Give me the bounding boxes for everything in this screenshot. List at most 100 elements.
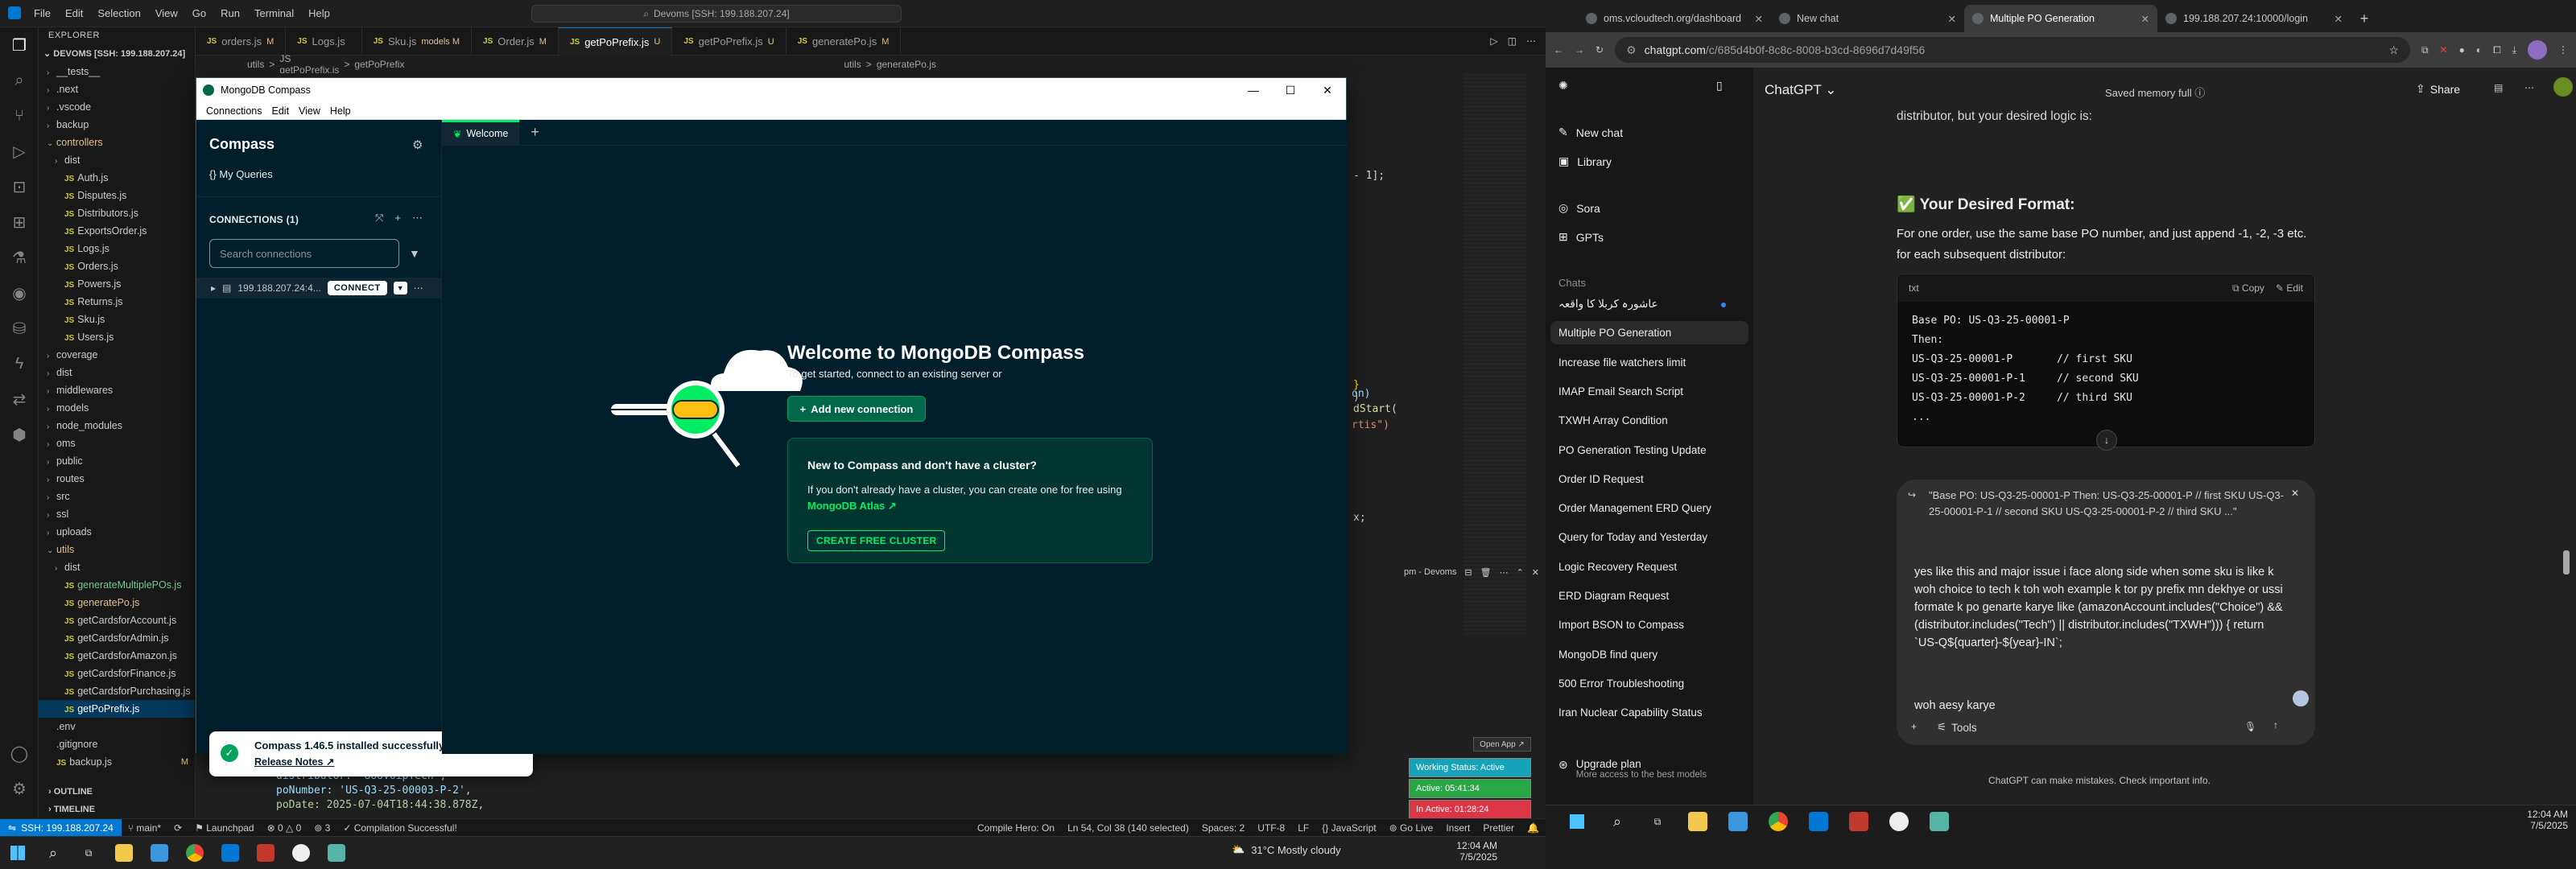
grammar-extension-icon[interactable] [2293,690,2309,706]
chrome-icon[interactable] [177,837,213,869]
menu-run[interactable]: Run [214,4,246,23]
breadcrumb-item[interactable]: generatePo.js [877,59,936,70]
edit-button[interactable]: ✎ Edit [2276,282,2303,294]
editor-tab[interactable]: JS getPoPrefix.js U [558,27,673,56]
tree-folder[interactable]: › .vscode [39,98,195,116]
menu-connections[interactable]: Connections [201,105,267,117]
tree-folder[interactable]: › backup [39,116,195,134]
tree-folder[interactable]: › middlewares [39,381,195,399]
menu-view[interactable]: View [149,4,184,23]
tree-file[interactable]: .env [39,718,195,735]
file-explorer-icon[interactable] [106,837,142,869]
close-panel-icon[interactable]: ✕ [1532,567,1539,578]
menu-edit[interactable]: Edit [59,4,89,23]
extensions-puzzle-icon[interactable]: ⧠ [2493,44,2501,56]
tree-file[interactable]: JS getCardsforPurchasing.js [39,682,195,700]
prettier-status[interactable]: Prettier [1476,822,1521,834]
tree-folder[interactable]: ⌄ controllers [39,134,195,151]
tree-file[interactable]: JS Disputes.js [39,187,195,204]
tree-folder[interactable]: › dist [39,364,195,381]
release-notes-link[interactable]: Release Notes ↗ [254,756,334,768]
clock[interactable]: 12:04 AM 7/5/2025 [2512,809,2568,831]
chat-history-item[interactable]: PO Generation Testing Update [1558,444,1707,456]
menu-selection[interactable]: Selection [91,4,147,23]
command-center-search[interactable]: ⌕ Devoms [SSH: 199.188.207.24] [531,5,902,23]
extension-icon[interactable]: ◐ [2476,44,2482,56]
tree-folder[interactable]: ⌄ utils [39,541,195,558]
close-icon[interactable]: ✕ [1309,84,1346,97]
settings-gear-icon[interactable]: ⚙ [412,138,423,152]
chat-history-item[interactable]: Multiple PO Generation [1550,321,1748,345]
breadcrumb-item[interactable]: JS getPoPrefix.js [279,53,339,76]
menu-edit[interactable]: Edit [267,105,295,117]
chat-history-item[interactable]: ERD Diagram Request [1558,590,1669,602]
tree-folder[interactable]: › src [39,488,195,505]
windows-start-icon[interactable] [0,837,35,869]
open-app-button[interactable]: Open App ↗ [1473,737,1531,752]
split-terminal-icon[interactable]: ⊟ [1464,567,1472,578]
chat-history-item[interactable]: Logic Recovery Request [1558,561,1677,573]
sora-link[interactable]: ◎ Sora [1558,201,1600,215]
chat-history-item[interactable]: Order ID Request [1558,473,1644,485]
model-selector[interactable]: ChatGPT ⌄ [1765,82,1837,98]
editor-tab[interactable]: JS Sku.js models M [362,27,473,56]
menu-go[interactable]: Go [186,4,213,23]
run-debug-icon[interactable]: ▷ [0,134,39,169]
launchpad-item[interactable]: ⚑ Launchpad [188,822,260,834]
outline-section[interactable]: › OUTLINE [39,784,196,801]
reload-icon[interactable]: ↻ [1596,44,1604,56]
tree-folder[interactable]: › __tests__ [39,63,195,80]
breadcrumb-item[interactable]: getPoPrefix [354,59,404,70]
downloads-icon[interactable]: ⤓ [2512,44,2516,56]
filter-icon[interactable]: ▼ [409,247,420,260]
tree-file[interactable]: JS getCardsforFinance.js [39,665,195,682]
atlas-link[interactable]: MongoDB Atlas ↗ [807,500,897,512]
tree-folder[interactable]: › oms [39,434,195,452]
browser-tab[interactable]: New chat ✕ [1771,5,1964,32]
new-tab-icon[interactable]: + [2351,5,2378,32]
tree-file[interactable]: JS Sku.js [39,311,195,328]
chat-history-item[interactable]: IMAP Email Search Script [1558,385,1683,397]
chat-history-item[interactable]: عاشورہ کربلا کا واقعہ [1558,298,1658,311]
weather-widget[interactable]: ⛅ 31°C Mostly cloudy [1232,843,1341,856]
tree-file[interactable]: JS Powers.js [39,275,195,293]
address-bar[interactable]: ⚙ chatgpt.com/c/685d4b0f-8c8c-8008-b3cd-… [1615,37,2410,63]
bookmark-star-icon[interactable]: ☆ [2388,43,2399,57]
plus-icon[interactable]: + [1911,721,1917,732]
search-icon[interactable]: ⌕ [0,63,39,98]
upgrade-plan-button[interactable]: ⊛ Upgrade plan More access to the best mo… [1558,758,1707,780]
avatar[interactable] [2553,77,2573,97]
connect-dropdown-icon[interactable]: ▼ [393,282,407,294]
task-view-icon[interactable]: ⧉ [71,837,106,869]
lightning-icon[interactable]: ϟ [0,346,39,381]
app-icon[interactable] [1840,805,1877,838]
editor-tab[interactable]: JS orders.js M [196,27,287,56]
close-tab-icon[interactable]: ✕ [1948,13,1956,25]
scrollbar[interactable] [2563,550,2570,575]
more-icon[interactable]: ⋯ [414,282,423,294]
vscode-icon[interactable] [213,837,248,869]
split-editor-icon[interactable]: ◫ [1508,35,1517,47]
chatgpt-logo-icon[interactable]: ✺ [1558,79,1568,93]
browser-tab[interactable]: Multiple PO Generation ✕ [1964,5,2157,32]
maximize-panel-icon[interactable]: ⌃ [1517,567,1524,578]
remote-indicator[interactable]: ⇋ SSH: 199.188.207.24 [0,818,122,837]
tree-file[interactable]: JS backup.js M [39,753,195,771]
scroll-down-icon[interactable]: ↓ [2096,430,2117,451]
testing-icon[interactable]: ⚗ [0,240,39,275]
tree-folder[interactable]: › ssl [39,505,195,523]
connection-item[interactable]: ▸ ▤ 199.188.207.24:4... CONNECT ▼ ⋯ [196,278,442,299]
vscode-icon[interactable] [1800,805,1837,838]
menu-help[interactable]: Help [302,4,336,23]
menu-help[interactable]: Help [325,105,356,117]
app-icon[interactable] [1921,805,1958,838]
memory-status[interactable]: Saved memory full ⓘ [2105,84,2205,100]
tree-file[interactable]: JS Orders.js [39,257,195,275]
task-view-icon[interactable]: ⧉ [1639,805,1676,838]
indent-setting[interactable]: Spaces: 2 [1195,822,1251,834]
tree-folder[interactable]: › dist [39,151,195,169]
close-tab-icon[interactable]: ✕ [2141,13,2149,25]
browser-tab[interactable]: oms.vcloudtech.org/dashboard ✕ [1578,5,1771,32]
timeline-section[interactable]: › TIMELINE [39,801,196,819]
site-info-icon[interactable]: ⚙ [1626,43,1637,57]
